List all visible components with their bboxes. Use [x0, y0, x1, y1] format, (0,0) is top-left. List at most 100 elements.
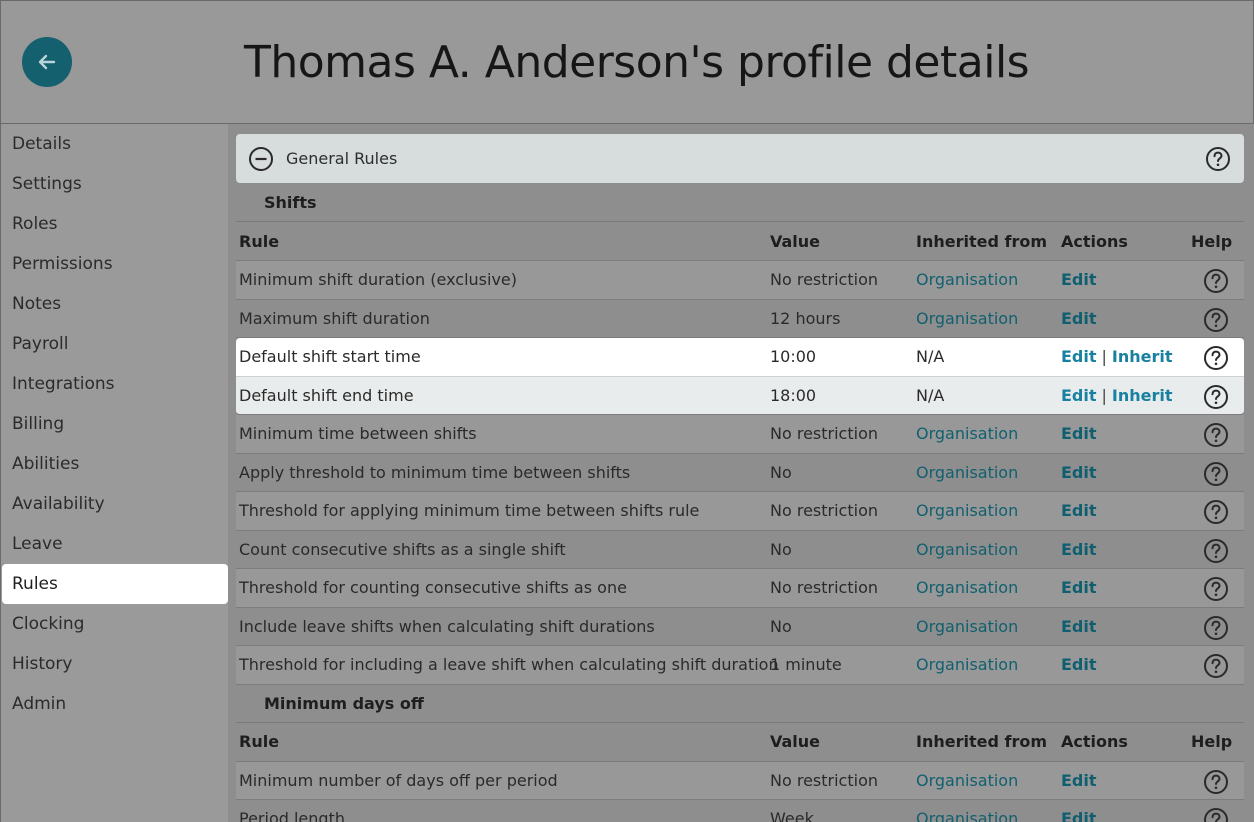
- column-header-value: Value: [770, 231, 821, 251]
- inherited-from-link[interactable]: Organisation: [916, 300, 1018, 338]
- edit-link[interactable]: Edit: [1061, 655, 1097, 674]
- rule-name: Minimum shift duration (exclusive): [239, 270, 517, 289]
- rule-name: Threshold for applying minimum time betw…: [239, 501, 700, 520]
- table-row: Threshold for including a leave shift wh…: [236, 646, 1244, 685]
- sidebar-item-integrations[interactable]: Integrations: [2, 364, 228, 404]
- sidebar-item-leave[interactable]: Leave: [2, 524, 228, 564]
- row-actions: Edit: [1061, 415, 1097, 453]
- rule-name: Include leave shifts when calculating sh…: [239, 616, 655, 636]
- edit-link[interactable]: Edit: [1061, 771, 1097, 790]
- edit-link[interactable]: Edit: [1061, 540, 1097, 559]
- rule-value: No restriction: [770, 770, 878, 790]
- back-button[interactable]: [22, 37, 72, 87]
- inherited-from-link[interactable]: Organisation: [916, 646, 1018, 684]
- help-icon[interactable]: [1203, 653, 1229, 683]
- sidebar-item-details[interactable]: Details: [2, 124, 228, 164]
- rule-name: Count consecutive shifts as a single shi…: [239, 539, 566, 559]
- inherit-link[interactable]: Inherit: [1112, 386, 1173, 405]
- table-row: Threshold for applying minimum time betw…: [236, 492, 1244, 531]
- sidebar-item-payroll[interactable]: Payroll: [2, 324, 228, 364]
- column-header-rule: Rule: [239, 231, 280, 251]
- rule-value: No: [770, 462, 792, 482]
- edit-link[interactable]: Edit: [1061, 347, 1097, 366]
- rule-name: Minimum number of days off per period: [239, 770, 558, 790]
- help-icon[interactable]: [1203, 307, 1229, 337]
- page-title: Thomas A. Anderson's profile details: [244, 37, 1030, 88]
- sidebar-item-history[interactable]: History: [2, 644, 228, 684]
- inherited-from-link[interactable]: Organisation: [916, 261, 1018, 299]
- rule-value: No: [770, 616, 792, 636]
- column-header-actions: Actions: [1061, 732, 1128, 751]
- column-header-help: Help: [1191, 732, 1233, 751]
- inherited-from-link[interactable]: Organisation: [916, 762, 1018, 800]
- help-icon[interactable]: [1203, 345, 1229, 375]
- row-actions: Edit: [1061, 261, 1097, 299]
- inherited-from-link[interactable]: Organisation: [916, 800, 1018, 822]
- rule-name: Minimum time between shifts: [239, 424, 477, 443]
- help-icon[interactable]: [1203, 615, 1229, 645]
- help-icon[interactable]: [1203, 461, 1229, 491]
- edit-link[interactable]: Edit: [1061, 617, 1097, 636]
- help-icon[interactable]: [1203, 538, 1229, 568]
- sidebar-item-admin[interactable]: Admin: [2, 684, 228, 724]
- row-actions: Edit: [1061, 608, 1097, 646]
- inherited-from-link[interactable]: Organisation: [916, 454, 1018, 492]
- table-row: Include leave shifts when calculating sh…: [236, 607, 1244, 646]
- help-icon[interactable]: [1203, 268, 1229, 298]
- help-icon[interactable]: [1203, 807, 1229, 822]
- rule-name: Default shift start time: [239, 347, 421, 366]
- help-icon[interactable]: [1203, 384, 1229, 414]
- edit-link[interactable]: Edit: [1061, 463, 1097, 482]
- inherited-from-link[interactable]: Organisation: [916, 608, 1018, 646]
- inherited-from-link[interactable]: Organisation: [916, 415, 1018, 453]
- table-row: Minimum time between shifts No restrictio…: [236, 415, 1244, 454]
- help-icon[interactable]: [1205, 146, 1231, 172]
- sidebar-item-settings[interactable]: Settings: [2, 164, 228, 204]
- sidebar-item-permissions[interactable]: Permissions: [2, 244, 228, 284]
- rules-content: General Rules Shifts Rule Value Inherited f…: [228, 124, 1254, 822]
- table-row: Maximum shift duration 12 hours Organisati…: [236, 299, 1244, 338]
- column-header-actions: Actions: [1061, 231, 1128, 251]
- column-header-rule: Rule: [239, 732, 280, 751]
- edit-link[interactable]: Edit: [1061, 501, 1097, 520]
- help-icon[interactable]: [1203, 422, 1229, 452]
- rule-value: No restriction: [770, 424, 878, 443]
- sidebar-item-clocking[interactable]: Clocking: [2, 604, 228, 644]
- inherited-from-link[interactable]: Organisation: [916, 569, 1018, 607]
- sidebar-item-availability[interactable]: Availability: [2, 484, 228, 524]
- inherit-link[interactable]: Inherit: [1112, 347, 1173, 366]
- rule-name: Threshold for counting consecutive shift…: [239, 578, 627, 597]
- help-icon[interactable]: [1203, 769, 1229, 799]
- sidebar-item-abilities[interactable]: Abilities: [2, 444, 228, 484]
- row-actions: Edit: [1061, 762, 1097, 800]
- rule-name: Apply threshold to minimum time between …: [239, 462, 631, 482]
- table-row: Minimum shift duration (exclusive) No res…: [236, 261, 1244, 300]
- edit-link[interactable]: Edit: [1061, 809, 1097, 822]
- table-row: Threshold for counting consecutive shift…: [236, 569, 1244, 608]
- help-icon[interactable]: [1203, 499, 1229, 529]
- edit-link[interactable]: Edit: [1061, 578, 1097, 597]
- rule-value: No: [770, 539, 792, 559]
- edit-link[interactable]: Edit: [1061, 270, 1097, 289]
- inherited-from-link[interactable]: Organisation: [916, 492, 1018, 530]
- column-header-value: Value: [770, 732, 821, 751]
- sidebar-item-rules[interactable]: Rules: [2, 564, 228, 604]
- row-actions: Edit: [1061, 492, 1097, 530]
- rule-value: Week: [770, 809, 814, 822]
- edit-link[interactable]: Edit: [1061, 424, 1097, 443]
- table-row: Period length Week Organisation Edit: [236, 800, 1244, 822]
- inherited-from-link[interactable]: Organisation: [916, 531, 1018, 569]
- sidebar-item-billing[interactable]: Billing: [2, 404, 228, 444]
- help-icon[interactable]: [1203, 576, 1229, 606]
- rule-name: Maximum shift duration: [239, 308, 430, 328]
- edit-link[interactable]: Edit: [1061, 309, 1097, 328]
- general-rules-panel-header[interactable]: General Rules: [236, 134, 1244, 183]
- edit-link[interactable]: Edit: [1061, 386, 1097, 405]
- collapse-icon[interactable]: [248, 146, 274, 172]
- section-title: Minimum days off: [236, 684, 1244, 723]
- rule-name: Period length: [239, 809, 345, 822]
- table-row: Count consecutive shifts as a single shi…: [236, 530, 1244, 569]
- sidebar-item-notes[interactable]: Notes: [2, 284, 228, 324]
- sidebar-item-roles[interactable]: Roles: [2, 204, 228, 244]
- table-row: Default shift end time 18:00 N/A Edit | Inher…: [236, 376, 1244, 415]
